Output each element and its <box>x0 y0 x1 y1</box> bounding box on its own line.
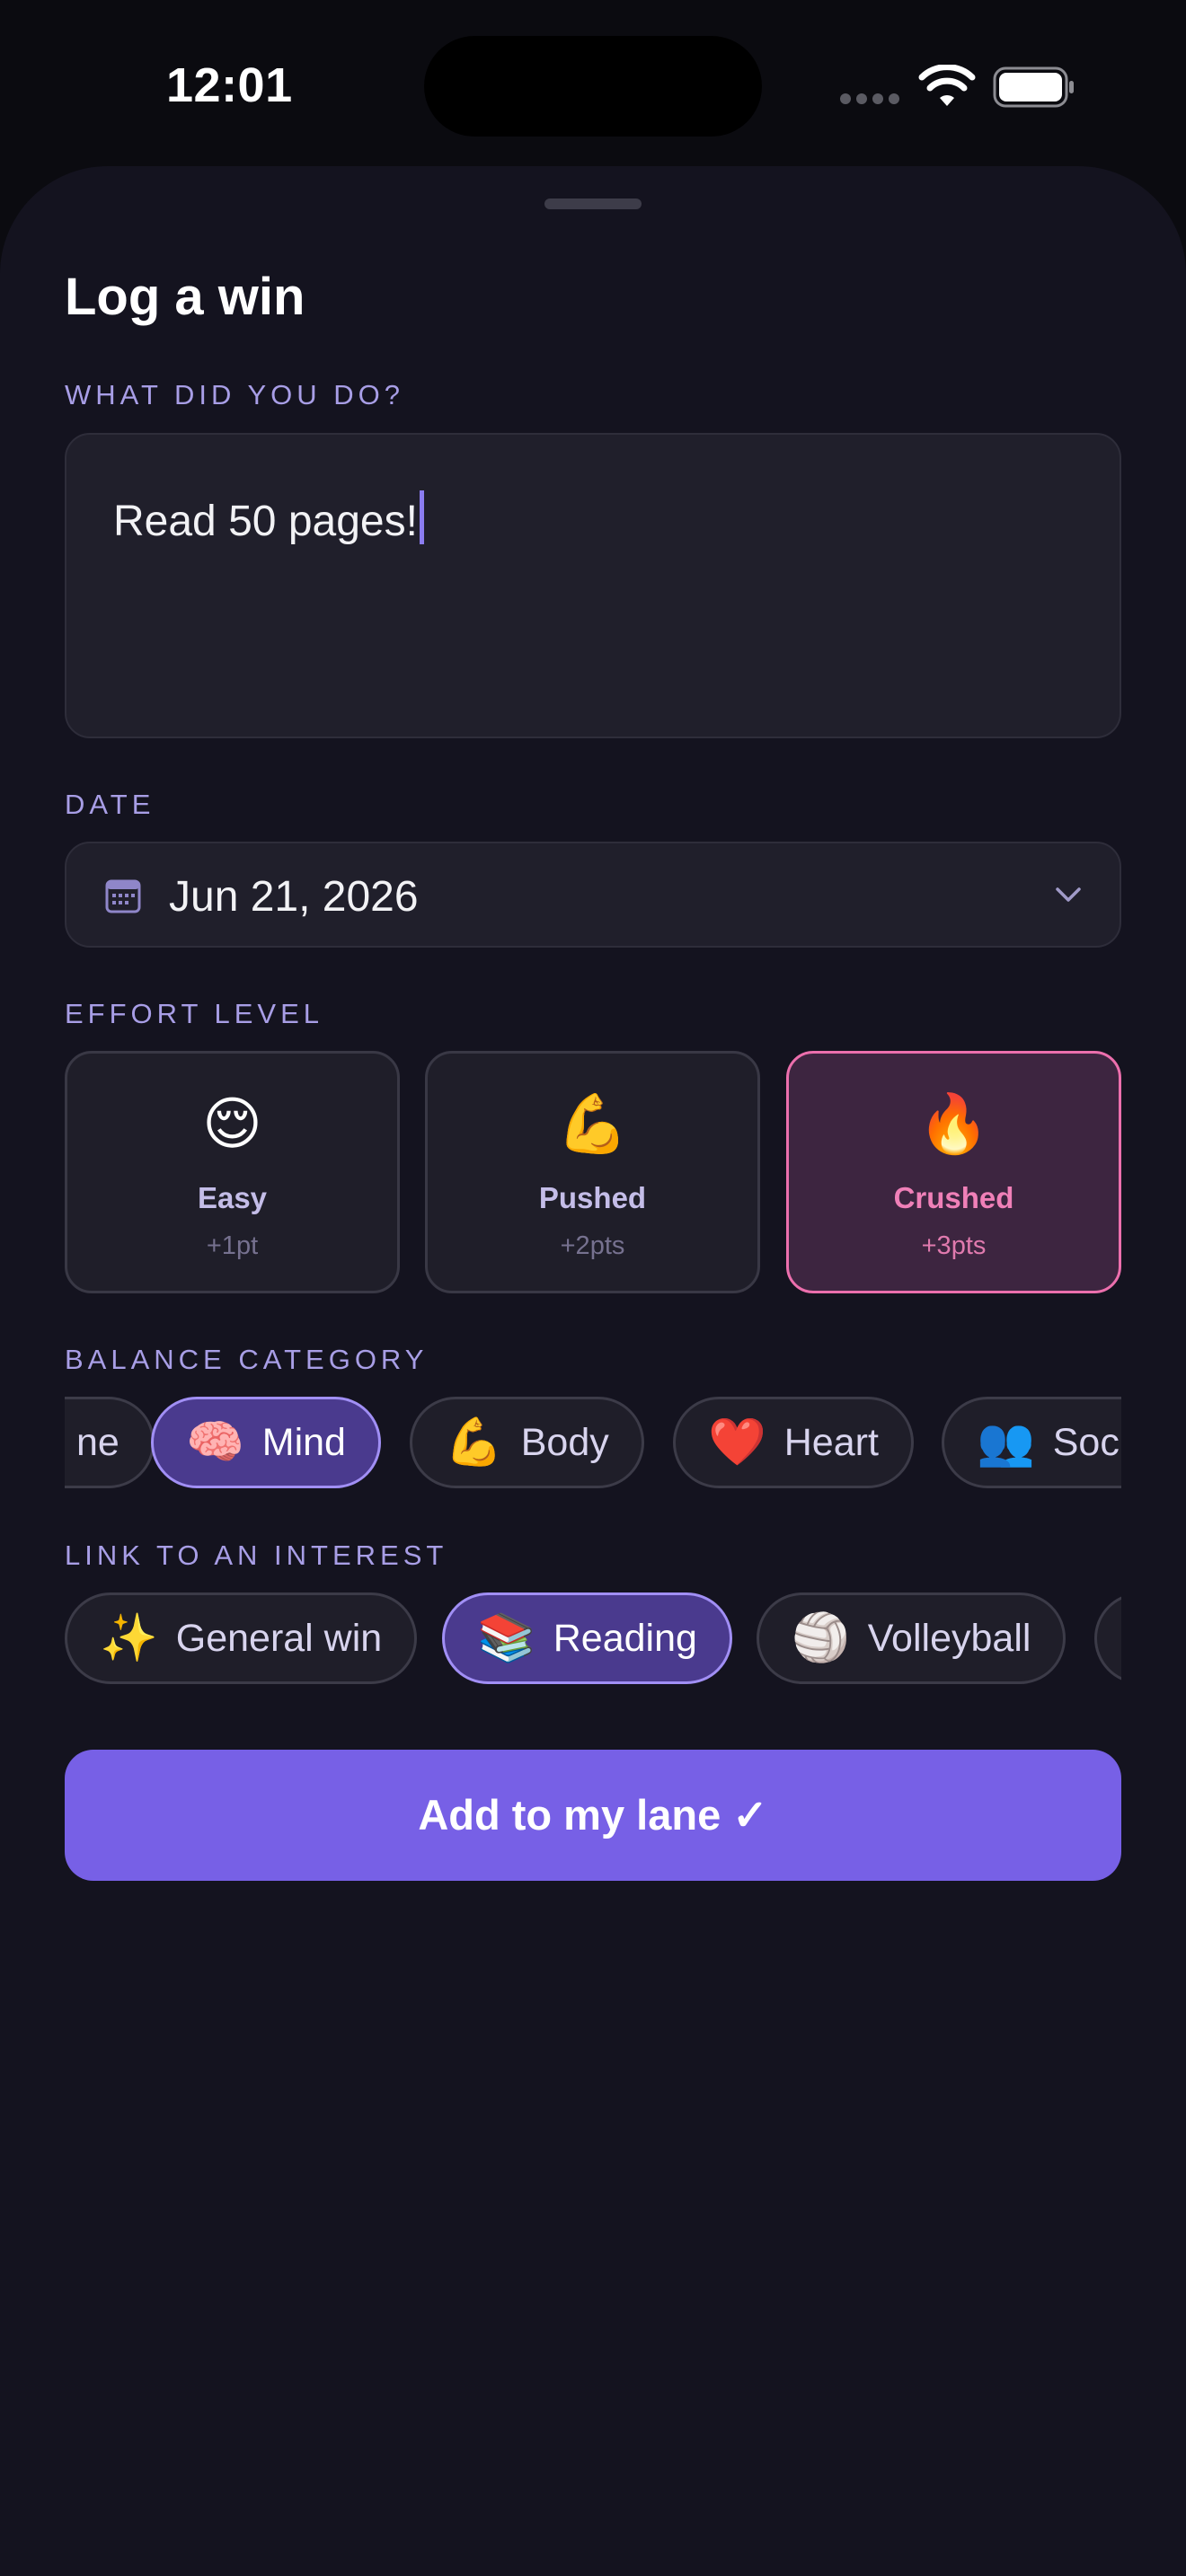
effort-options: 😌 Easy +1pt 💪 Pushed +2pts 🔥 Crushed +3p… <box>65 1051 1121 1293</box>
category-chip-mind[interactable]: 🧠 Mind <box>151 1397 381 1488</box>
interest-chips[interactable]: ✨ General win 📚 Reading 🏐 Volleyball <box>65 1592 1121 1684</box>
red-heart-icon: ❤️ <box>708 1416 766 1469</box>
balance-category-label: BALANCE CATEGORY <box>65 1344 429 1375</box>
chip-label: Soc <box>1052 1420 1120 1464</box>
brain-icon: 🧠 <box>186 1416 244 1469</box>
chip-label: General win <box>175 1616 383 1660</box>
effort-name: Pushed <box>538 1181 647 1214</box>
interest-chip-reading[interactable]: 📚 Reading <box>442 1592 732 1684</box>
chip-label: Mind <box>261 1420 346 1464</box>
effort-points: +2pts <box>560 1231 625 1260</box>
effort-option-easy[interactable]: 😌 Easy +1pt <box>65 1051 400 1293</box>
interest-chip-general-win[interactable]: ✨ General win <box>65 1592 418 1684</box>
category-chip-social[interactable]: 👥 Soc <box>942 1397 1121 1488</box>
effort-label: EFFORT LEVEL <box>65 998 323 1029</box>
dynamic-island <box>424 36 762 137</box>
relieved-face-icon: 😌 <box>202 1091 262 1156</box>
cellular-signal-icon <box>840 93 899 104</box>
chip-label: Reading <box>553 1616 697 1660</box>
flexed-bicep-icon: 💪 <box>445 1416 503 1469</box>
effort-option-pushed[interactable]: 💪 Pushed +2pts <box>425 1051 760 1293</box>
add-to-lane-button[interactable]: Add to my lane ✓ <box>65 1750 1121 1881</box>
text-caret <box>419 490 424 544</box>
what-label: WHAT DID YOU DO? <box>65 379 404 410</box>
chip-label: ne <box>76 1420 119 1464</box>
calendar-icon <box>105 879 141 913</box>
category-chip-heart[interactable]: ❤️ Heart <box>673 1397 914 1488</box>
interest-chip-volleyball[interactable]: 🏐 Volleyball <box>757 1592 1067 1684</box>
effort-points: +3pts <box>921 1231 987 1260</box>
flexed-bicep-icon: 💪 <box>556 1091 629 1156</box>
chevron-down-icon <box>1056 887 1081 902</box>
win-description-value: Read 50 pages! <box>113 498 418 545</box>
wifi-icon <box>918 65 976 106</box>
category-chip-body[interactable]: 💪 Body <box>410 1397 644 1488</box>
battery-full-icon <box>993 66 1074 108</box>
category-chip-partial[interactable]: ne <box>65 1397 155 1488</box>
chip-label: Heart <box>783 1420 879 1464</box>
balance-category-chips[interactable]: ne 🧠 Mind 💪 Body ❤️ Heart 👥 Soc <box>65 1397 1121 1488</box>
date-value: Jun 21, 2026 <box>169 873 419 921</box>
chip-label: Volleyball <box>867 1616 1031 1660</box>
win-description-input[interactable]: Read 50 pages! <box>65 433 1121 738</box>
status-time: 12:01 <box>166 58 293 112</box>
fire-icon: 🔥 <box>917 1091 990 1156</box>
volleyball-icon: 🏐 <box>792 1612 850 1664</box>
interest-chip-partial[interactable] <box>1094 1592 1121 1684</box>
sheet-grabber[interactable] <box>544 198 642 209</box>
status-bar: 12:01 <box>0 0 1186 166</box>
interest-label: LINK TO AN INTEREST <box>65 1539 448 1571</box>
add-to-lane-label: Add to my lane ✓ <box>418 1791 768 1839</box>
chip-label: Body <box>520 1420 609 1464</box>
date-label: DATE <box>65 789 155 820</box>
effort-points: +1pt <box>206 1231 259 1260</box>
sparkles-icon: ✨ <box>100 1612 158 1664</box>
effort-option-crushed[interactable]: 🔥 Crushed +3pts <box>786 1051 1121 1293</box>
people-icon: 👥 <box>977 1416 1035 1469</box>
log-win-sheet: Log a win WHAT DID YOU DO? Read 50 pages… <box>0 166 1186 2576</box>
books-icon: 📚 <box>477 1612 535 1664</box>
effort-name: Crushed <box>893 1181 1014 1214</box>
effort-name: Easy <box>197 1181 268 1214</box>
sheet-title: Log a win <box>65 268 305 326</box>
date-picker[interactable]: Jun 21, 2026 <box>65 842 1121 948</box>
